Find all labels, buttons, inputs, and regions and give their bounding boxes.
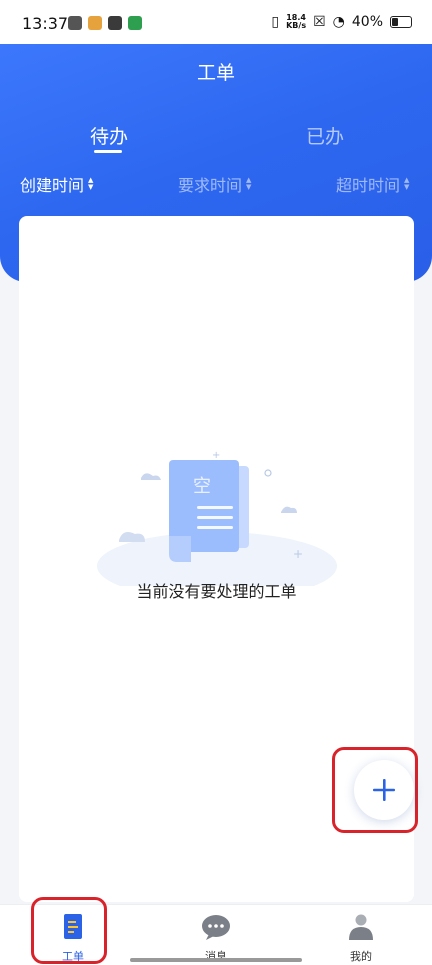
weibo-icon xyxy=(88,16,102,30)
add-work-order-button[interactable] xyxy=(354,760,414,820)
tab-done[interactable]: 已办 xyxy=(306,122,344,149)
sort-arrows-icon: ▲ ▼ xyxy=(246,176,252,191)
sort-overdue-time[interactable]: 超时时间 ▲ ▼ xyxy=(336,172,409,196)
sim-off-icon: ☒ xyxy=(313,14,326,30)
empty-document-illustration: + + 空 xyxy=(97,450,337,586)
sort-arrows-icon: ▲ ▼ xyxy=(404,176,410,191)
battery-icon xyxy=(390,16,412,28)
app-icon xyxy=(128,16,142,30)
sort-arrows-icon: ▲ ▼ xyxy=(88,176,94,191)
tab-pending[interactable]: 待办 xyxy=(90,122,128,149)
sort-label: 超时时间 xyxy=(336,176,401,195)
sort-required-time[interactable]: 要求时间 ▲ ▼ xyxy=(178,172,251,196)
notification-icons xyxy=(68,16,142,30)
network-speed: 18.4 KB/s xyxy=(286,14,306,30)
sort-label: 要求时间 xyxy=(178,176,243,195)
vibrate-icon: ▯ xyxy=(271,14,280,30)
status-right: ▯ 18.4 KB/s ☒ ◔ 40% xyxy=(271,14,412,30)
home-indicator xyxy=(130,958,302,962)
game-icon xyxy=(108,16,122,30)
empty-state-message: 当前没有要处理的工单 xyxy=(136,582,297,601)
nav-item-messages[interactable]: 消息 xyxy=(176,913,256,964)
nav-item-profile[interactable]: 我的 xyxy=(321,913,401,964)
network-speed-unit: KB/s xyxy=(286,21,307,30)
plus-icon xyxy=(373,779,395,801)
wifi-icon: ◔ xyxy=(332,14,345,30)
chat-bubble-icon xyxy=(202,915,230,940)
user-icon xyxy=(349,914,373,940)
sort-label: 创建时间 xyxy=(20,176,85,195)
status-time: 13:37 xyxy=(22,14,69,33)
empty-badge-char: 空 xyxy=(193,476,211,497)
nav-label: 我的 xyxy=(350,950,372,963)
nav-highlight-box xyxy=(31,897,107,964)
sort-created-time[interactable]: 创建时间 ▲ ▼ xyxy=(20,172,93,196)
svg-text:+: + xyxy=(212,450,220,461)
svg-text:+: + xyxy=(293,547,303,561)
sync-icon xyxy=(68,16,82,30)
status-bar: 13:37 ▯ 18.4 KB/s ☒ ◔ 40% xyxy=(0,0,432,44)
page-title: 工单 xyxy=(196,62,235,84)
tab-active-indicator xyxy=(94,150,122,153)
battery-percent: 40% xyxy=(351,14,383,30)
